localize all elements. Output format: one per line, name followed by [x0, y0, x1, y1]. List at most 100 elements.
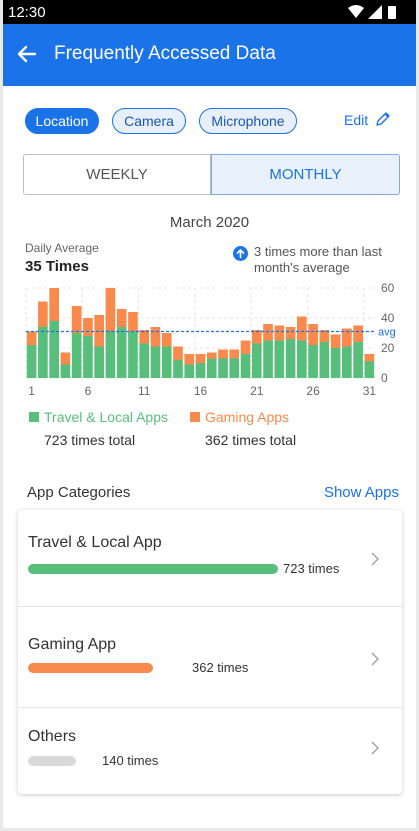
- bar-gaming: [128, 312, 138, 332]
- travel-legend-swatch: [29, 412, 39, 422]
- bar-gaming: [206, 352, 217, 359]
- x-tick-label: 6: [85, 384, 92, 398]
- chip-camera[interactable]: Camera: [112, 108, 186, 134]
- bar-travel: [94, 346, 105, 378]
- bar-travel: [161, 346, 172, 378]
- bar-travel: [195, 363, 206, 378]
- signal-icon: [368, 5, 382, 19]
- wifi-icon: [348, 5, 364, 18]
- edit-link[interactable]: Edit: [344, 112, 368, 128]
- tab-monthly[interactable]: MONTHLY: [211, 154, 400, 195]
- bar-travel: [83, 336, 93, 378]
- x-tick-label: 21: [250, 384, 264, 398]
- bar-travel: [342, 346, 352, 378]
- category-bar: [28, 564, 278, 574]
- category-name: Others: [28, 728, 77, 745]
- y-tick-label: 40: [381, 311, 395, 325]
- bar-travel: [105, 331, 116, 378]
- bar-gaming: [173, 346, 183, 360]
- bar-travel: [274, 340, 285, 378]
- bar-gaming: [94, 315, 105, 347]
- bar-travel: [60, 364, 71, 378]
- bar-travel: [229, 358, 240, 378]
- bar-travel: [251, 343, 262, 378]
- app-screen: 12:30 Frequently Accessed Data Location …: [3, 0, 416, 828]
- bar-gaming: [285, 327, 296, 339]
- bar-travel: [240, 354, 251, 378]
- app-bar: Frequently Accessed Data: [3, 24, 416, 86]
- bar-gaming: [150, 327, 161, 347]
- bar-gaming: [105, 288, 116, 332]
- bar-gaming: [26, 331, 37, 345]
- category-row-gaming[interactable]: Gaming App 362 times: [18, 607, 402, 707]
- bar-gaming: [330, 334, 341, 348]
- chevron-right-icon: [371, 552, 379, 566]
- bar-gaming: [71, 306, 82, 333]
- bar-gaming: [296, 316, 307, 341]
- bar-gaming: [353, 325, 363, 342]
- chip-location[interactable]: Location: [25, 108, 99, 134]
- bar-gaming: [38, 301, 48, 327]
- bar-gaming: [229, 349, 240, 359]
- bar-travel: [173, 360, 183, 378]
- daily-average-label: Daily Average: [25, 241, 99, 255]
- average-label: avg: [378, 327, 396, 339]
- category-count: 140 times: [102, 753, 159, 768]
- legend-travel-label: Travel & Local Apps: [44, 409, 168, 425]
- gaming-legend-swatch: [190, 412, 200, 422]
- bar-travel: [296, 340, 307, 378]
- x-tick-label: 26: [306, 384, 320, 398]
- x-tick-label: 16: [194, 384, 208, 398]
- chevron-right-icon: [371, 652, 379, 666]
- bar-travel: [330, 348, 341, 378]
- bar-travel: [285, 339, 296, 378]
- bar-travel: [263, 340, 273, 378]
- bar-gaming: [263, 324, 273, 341]
- bar-travel: [128, 331, 138, 378]
- bar-gaming: [274, 325, 285, 341]
- bar-gaming: [49, 288, 59, 321]
- bar-gaming: [60, 352, 71, 365]
- bar-travel: [206, 358, 217, 378]
- bar-travel: [218, 358, 228, 378]
- bar-travel: [353, 342, 363, 378]
- comparison-text: 3 times more than last month's average: [254, 244, 382, 275]
- category-count: 362 times: [192, 660, 249, 675]
- back-arrow-icon[interactable]: [13, 40, 41, 68]
- status-time: 12:30: [8, 4, 46, 21]
- bar-gaming: [195, 354, 206, 363]
- bar-gaming: [184, 354, 195, 365]
- bar-travel: [49, 321, 59, 378]
- x-tick-label: 11: [138, 384, 151, 398]
- chip-microphone[interactable]: Microphone: [199, 108, 297, 134]
- show-apps-link[interactable]: Show Apps: [324, 484, 399, 501]
- bar-travel: [38, 327, 48, 378]
- category-row-travel[interactable]: Travel & Local App 723 times: [18, 510, 402, 606]
- bar-gaming: [161, 333, 172, 347]
- legend-gaming-label: Gaming Apps: [205, 409, 290, 425]
- bar-gaming: [218, 349, 228, 359]
- bar-travel: [150, 346, 161, 378]
- arrow-up-circle-icon: [233, 246, 248, 261]
- bar-travel: [184, 364, 195, 378]
- category-bar: [28, 756, 76, 766]
- bar-gaming: [364, 354, 375, 362]
- y-tick-label: 0: [381, 371, 388, 385]
- daily-average-value: 35 Times: [25, 258, 89, 275]
- bar-travel: [139, 343, 150, 378]
- pencil-icon[interactable]: [375, 111, 391, 127]
- bar-gaming: [83, 318, 93, 336]
- category-row-others[interactable]: Others 140 times: [18, 708, 402, 794]
- bar-travel: [26, 345, 37, 378]
- x-tick-label: 31: [363, 384, 377, 398]
- y-tick-label: 20: [381, 341, 395, 355]
- category-count: 723 times: [283, 561, 340, 576]
- status-bar: 12:30: [3, 0, 416, 24]
- bar-travel: [319, 342, 330, 378]
- battery-icon: [388, 6, 396, 19]
- legend-travel-total: 723 times total: [44, 432, 136, 448]
- tab-weekly[interactable]: WEEKLY: [23, 154, 211, 195]
- x-tick-label: 1: [28, 384, 35, 398]
- period-title: March 2020: [169, 214, 250, 231]
- category-bar: [28, 663, 153, 673]
